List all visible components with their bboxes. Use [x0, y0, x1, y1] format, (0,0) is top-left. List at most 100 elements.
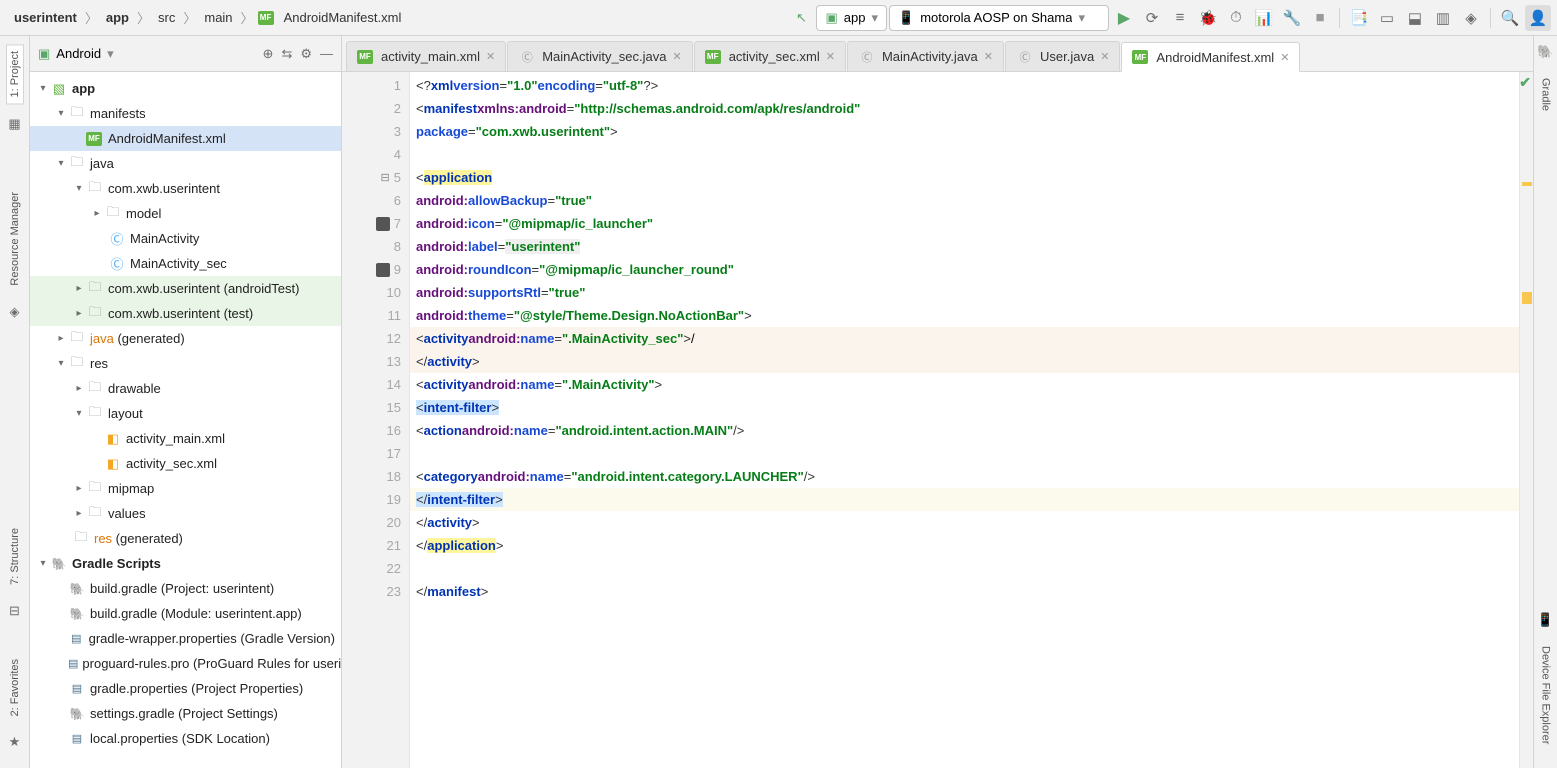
sidebar-mode-dropdown[interactable]: ▣ Android ▾ [38, 46, 114, 62]
stop-icon[interactable]: ■ [1307, 5, 1333, 31]
tree-node-package-test[interactable]: ▸🗀com.xwb.userintent (test) [30, 301, 341, 326]
avd-icon[interactable]: ▭ [1374, 5, 1400, 31]
tree-node-res[interactable]: ▾🗀res [30, 351, 341, 376]
resource-icon[interactable]: ◈ [1458, 5, 1484, 31]
close-icon[interactable]: ✕ [826, 50, 835, 63]
tree-node-prop-file[interactable]: ▤gradle-wrapper.properties (Gradle Versi… [30, 626, 341, 651]
tree- node-layأut[interactable]: ▾🗀layout [30, 401, 341, 426]
tree-node-layout-file[interactable]: ◧activity_main.xml [30, 426, 341, 451]
hide-icon[interactable]: — [320, 46, 333, 62]
rail-resource-manager[interactable]: Resource Manager [7, 186, 23, 292]
tree-node-java-gen[interactable]: ▸🗀java (generated) [30, 326, 341, 351]
editor-tab[interactable]: MFactivity_sec.xml✕ [694, 41, 846, 71]
res-icon: ◈ [10, 304, 20, 320]
profiler-icon[interactable]: 📊 [1251, 5, 1277, 31]
search-icon[interactable]: 🔍 [1497, 5, 1523, 31]
editor-tab[interactable]: MFactivity_main.xml✕ [346, 41, 506, 71]
tree-node-gradle-file[interactable]: 🐘build.gradle (Project: userintent) [30, 576, 341, 601]
close-icon[interactable]: ✕ [672, 50, 681, 63]
tab-label: User.java [1040, 49, 1094, 64]
breadcrumb-item[interactable]: src [154, 8, 179, 27]
breadcrumb-item[interactable]: AndroidManifest.xml [280, 8, 406, 27]
manifest-icon: MF [1132, 50, 1148, 64]
user-icon[interactable]: 👤 [1525, 5, 1551, 31]
tree-node-gradle-file[interactable]: 🐘settings.gradle (Project Settings) [30, 701, 341, 726]
image-marker-icon[interactable] [376, 217, 390, 231]
close-icon[interactable]: ✕ [1100, 50, 1109, 63]
tree-node-gradle-file[interactable]: 🐘build.gradle (Module: userintent.app) [30, 601, 341, 626]
tree-node-mipmap[interactable]: ▸🗀mipmap [30, 476, 341, 501]
breadcrumb-item[interactable]: app [102, 8, 133, 27]
tree-node-gradle-scripts[interactable]: ▾🐘Gradle Scripts [30, 551, 341, 576]
tree-node-prop-file[interactable]: ▤gradle.properties (Project Properties) [30, 676, 341, 701]
left-tool-rail: 1: Project ▦ Resource Manager ◈ 7: Struc… [0, 36, 30, 768]
class-icon: Ⓒ [1016, 49, 1034, 65]
sync-icon[interactable]: 📑 [1346, 5, 1372, 31]
image-marker-icon[interactable] [376, 263, 390, 277]
tree-node-prop-file[interactable]: ▤local.properties (SDK Location) [30, 726, 341, 751]
editor-tab[interactable]: Ⓒ User.java ✕ [1005, 41, 1120, 71]
bug-icon[interactable]: 🐞 [1195, 5, 1221, 31]
close-icon[interactable]: ✕ [1280, 51, 1289, 64]
tree-node-class[interactable]: ⒸMainActivity_sec [30, 251, 341, 276]
rail-device-explorer[interactable]: Device File Explorer [1538, 640, 1554, 750]
gear-icon[interactable]: ⚙ [300, 46, 312, 62]
rail-project[interactable]: 1: Project [6, 44, 24, 104]
error-stripe[interactable]: ✔ [1519, 72, 1533, 768]
tree-node-class[interactable]: ⒸMainActivity [30, 226, 341, 251]
chevron-right-icon: 〉 [183, 8, 196, 27]
breadcrumb-item[interactable]: userintent [10, 8, 81, 27]
tree-node-drawable[interactable]: ▸🗀drawable [30, 376, 341, 401]
run-button[interactable]: ▶ [1111, 5, 1137, 31]
gutter[interactable]: 1 2 3 4 ⊟5 6 7 8 9 10 11 12 13 14 15 16 … [342, 72, 410, 768]
tree-node-manifest-file[interactable]: MFAndroidManifest.xml [30, 126, 341, 151]
sidebar-header: ▣ Android ▾ ⊕ ⇆ ⚙ — [30, 36, 341, 72]
attach-debugger-icon[interactable]: 🔧 [1279, 5, 1305, 31]
editor-tab[interactable]: MF AndroidManifest.xml ✕ [1121, 42, 1300, 72]
rail-structure[interactable]: 7: Structure [7, 522, 23, 591]
rail-gradle[interactable]: Gradle [1538, 72, 1554, 117]
close-icon[interactable]: ✕ [486, 50, 495, 63]
tree-node-app[interactable]: ▾▧app [30, 76, 341, 101]
rail-favorites[interactable]: 2: Favorites [7, 653, 23, 722]
coverage-icon[interactable]: ⏱ [1223, 5, 1249, 31]
breadcrumbs: userintent 〉 app 〉 src 〉 main 〉 MF Andro… [6, 8, 405, 27]
structure-icon: ⊟ [9, 603, 20, 619]
code-content[interactable]: <?xml version="1.0" encoding="utf-8"?><m… [410, 72, 1519, 768]
select-opened-icon[interactable]: ⊕ [263, 46, 274, 62]
debug-icon[interactable]: ≡ [1167, 5, 1193, 31]
chevron-right-icon: 〉 [241, 8, 254, 27]
code-area: 1 2 3 4 ⊟5 6 7 8 9 10 11 12 13 14 15 16 … [342, 72, 1533, 768]
chevron-right-icon: 〉 [85, 8, 98, 27]
device-dropdown[interactable]: 📱motorola AOSP on Shama▾ [889, 5, 1109, 31]
editor-tab[interactable]: ⒸMainActivity.java✕ [847, 41, 1004, 71]
tree-node-package[interactable]: ▾🗀com.xwb.userintent [30, 176, 341, 201]
editor-tab[interactable]: ⒸMainActivity_sec.java✕ [507, 41, 693, 71]
apply-changes-icon[interactable]: ⟳ [1139, 5, 1165, 31]
layout-insp-icon[interactable]: ▥ [1430, 5, 1456, 31]
back-arrow-icon[interactable]: ↖ [788, 5, 814, 31]
tab-label: activity_sec.xml [729, 49, 820, 64]
tab-label: MainActivity.java [882, 49, 978, 64]
tab-label: AndroidManifest.xml [1156, 50, 1274, 65]
expand-icon[interactable]: ⇆ [281, 46, 292, 62]
sdk-icon[interactable]: ⬓ [1402, 5, 1428, 31]
chevron-right-icon: 〉 [137, 8, 150, 27]
star-icon: ★ [9, 734, 21, 750]
run-config-dropdown[interactable]: ▣app▾ [816, 5, 887, 31]
close-icon[interactable]: ✕ [984, 50, 993, 63]
tree-node-package-androidtest[interactable]: ▸🗀com.xwb.userintent (androidTest) [30, 276, 341, 301]
class-icon: Ⓒ [518, 49, 536, 65]
tree-node-manifests[interactable]: ▾🗀manifests [30, 101, 341, 126]
top-toolbar: userintent 〉 app 〉 src 〉 main 〉 MF Andro… [0, 0, 1557, 36]
tree-node-proguard[interactable]: ▤proguard-rules.pro (ProGuard Rules for … [30, 651, 341, 676]
right-tool-rail: 🐘 Gradle 📱 Device File Explorer [1533, 36, 1557, 768]
tree-node-java[interactable]: ▾🗀java [30, 151, 341, 176]
project-tree[interactable]: ▾▧app ▾🗀manifests MFAndroidManifest.xml … [30, 72, 341, 768]
tree-node-layout-file[interactable]: ◧activity_sec.xml [30, 451, 341, 476]
tree-node-res-gen[interactable]: 🗀res (generated) [30, 526, 341, 551]
tree-node-model[interactable]: ▸🗀model [30, 201, 341, 226]
breadcrumb-item[interactable]: main [200, 8, 236, 27]
tree-node-values[interactable]: ▸🗀values [30, 501, 341, 526]
folder-icon: ▦ [8, 116, 20, 132]
